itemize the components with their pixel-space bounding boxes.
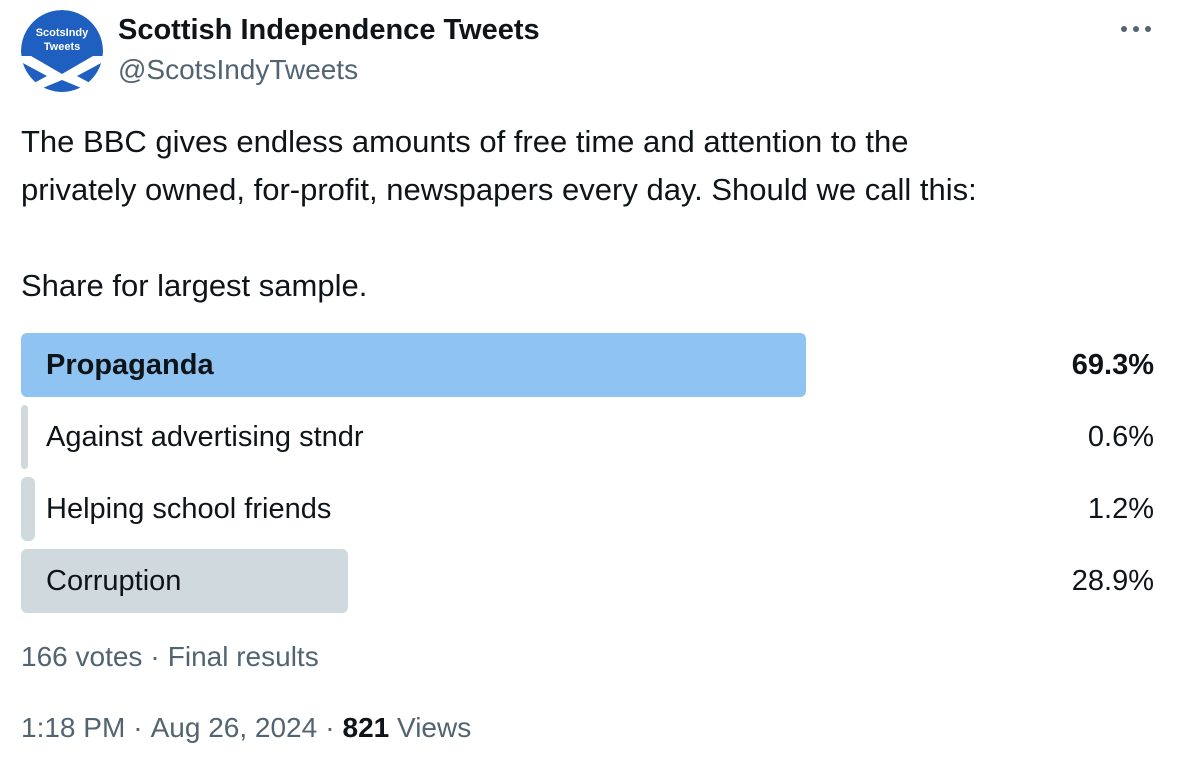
poll-option-label: Against advertising stndr <box>46 421 364 453</box>
poll-option: Helping school friends 1.2% <box>21 477 1154 541</box>
poll: Propaganda 69.3% Against advertising stn… <box>21 333 1154 621</box>
poll-option: Against advertising stndr 0.6% <box>21 405 1154 469</box>
poll-option-percent: 69.3% <box>1071 349 1154 381</box>
poll-option: Propaganda 69.3% <box>21 333 1154 397</box>
poll-option: Corruption 28.9% <box>21 549 1154 613</box>
poll-option-label: Corruption <box>46 565 182 597</box>
more-options-button[interactable] <box>1116 14 1156 44</box>
avatar-text-line2: Tweets <box>44 41 80 53</box>
poll-bar <box>21 477 35 541</box>
poll-bar <box>21 405 28 469</box>
poll-summary: 166 votes · Final results <box>21 637 319 677</box>
poll-option-label: Helping school friends <box>46 493 332 525</box>
poll-status: Final results <box>167 641 319 672</box>
separator: · <box>133 712 143 743</box>
poll-option-label: Propaganda <box>46 349 214 381</box>
tweet-meta: 1:18 PM · Aug 26, 2024 · 821 Views <box>21 708 471 748</box>
more-dots-icon <box>1121 26 1151 32</box>
avatar[interactable]: ScotsIndy Tweets <box>21 10 103 92</box>
views-label: Views <box>397 712 472 743</box>
author-handle[interactable]: @ScotsIndyTweets <box>118 51 358 89</box>
poll-option-percent: 0.6% <box>1087 421 1154 453</box>
poll-option-percent: 1.2% <box>1087 493 1154 525</box>
tweet-time[interactable]: 1:18 PM <box>21 712 125 743</box>
author-display-name[interactable]: Scottish Independence Tweets <box>118 11 540 49</box>
separator: · <box>150 641 160 672</box>
saltire-avatar-icon: ScotsIndy Tweets <box>21 10 103 92</box>
poll-option-percent: 28.9% <box>1071 565 1154 597</box>
separator: · <box>325 712 335 743</box>
poll-votes: 166 votes <box>21 641 143 672</box>
tweet-text: The BBC gives endless amounts of free ti… <box>21 124 977 303</box>
tweet-date[interactable]: Aug 26, 2024 <box>151 712 318 743</box>
views-count: 821 <box>342 712 390 743</box>
avatar-text-line1: ScotsIndy <box>36 27 89 39</box>
